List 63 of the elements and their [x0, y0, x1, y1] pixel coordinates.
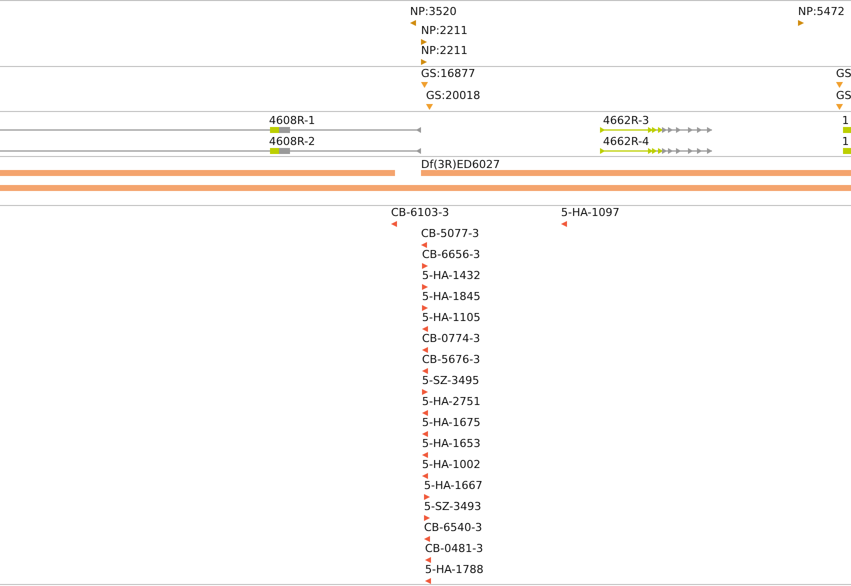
feature-label: NP:2211: [421, 44, 468, 57]
insertion-label: CB-5077-3: [421, 227, 480, 240]
strand-arrow-icon: [836, 82, 843, 88]
strand-arrow-icon: [421, 242, 428, 248]
insertion-label: 5-SZ-3493: [424, 500, 482, 513]
strand-arrow-icon: [422, 347, 429, 353]
strand-arrow-icon: [421, 59, 428, 65]
strand-arrow-icon: [422, 368, 429, 374]
insertion-label: 5-HA-1845: [422, 290, 480, 303]
strand-arrow-icon: [422, 410, 429, 416]
strand-arrow-icon: [424, 494, 431, 500]
strand-arrow-icon: [422, 452, 429, 458]
insertion-label: 5-HA-1675: [422, 416, 480, 429]
strand-arrow-icon: [561, 221, 568, 227]
strand-arrow-icon: [422, 263, 429, 269]
gene-model-drawing: [843, 127, 851, 133]
strand-arrow-icon: [798, 20, 805, 26]
strand-arrow-icon: [836, 104, 843, 110]
strand-arrow-icon: [421, 82, 428, 88]
feature-label: GS: [836, 67, 851, 80]
strand-arrow-icon: [410, 20, 417, 26]
transcript-label: 4662R-4: [603, 135, 650, 148]
strand-arrow-icon: [422, 389, 429, 395]
insertion-label: 5-HA-2751: [422, 395, 480, 408]
insertion-label: 5-SZ-3495: [422, 374, 480, 387]
insertion-label: CB-6540-3: [424, 521, 482, 534]
insertion-label: CB-0774-3: [422, 332, 480, 345]
strand-arrow-icon: [425, 557, 432, 563]
insertion-label: 5-HA-1788: [425, 563, 484, 576]
strand-arrow-icon: [422, 326, 429, 332]
transcript-label: 4608R-1: [269, 114, 316, 127]
insertion-label: 5-HA-1097: [561, 206, 620, 219]
insertion-label: 5-HA-1667: [424, 479, 482, 492]
strand-arrow-icon: [421, 39, 428, 45]
insertion-label: CB-0481-3: [425, 542, 484, 555]
strand-arrow-icon: [424, 536, 431, 542]
feature-label: NP:5472: [798, 5, 845, 18]
insertion-label: 5-HA-1002: [422, 458, 480, 471]
strand-arrow-icon: [424, 515, 431, 521]
transcript-label: 4662R-3: [603, 114, 650, 127]
strand-arrow-icon: [422, 431, 429, 437]
insertion-label: CB-5676-3: [422, 353, 480, 366]
transcript-label: 1: [842, 114, 849, 127]
feature-label: NP:3520: [410, 5, 457, 18]
transcript-label: 1: [842, 135, 849, 148]
strand-arrow-icon: [422, 284, 429, 290]
feature-label: NP:2211: [421, 24, 468, 37]
insertion-label: CB-6656-3: [422, 248, 480, 261]
insertion-label: 5-HA-1653: [422, 437, 480, 450]
strand-arrow-icon: [425, 578, 432, 584]
strand-arrow-icon: [391, 221, 398, 227]
insertion-label: CB-6103-3: [391, 206, 450, 219]
strand-arrow-icon: [422, 473, 429, 479]
strand-arrow-icon: [426, 104, 433, 110]
insertion-label: 5-HA-1105: [422, 311, 480, 324]
gene-model-drawing: [843, 148, 851, 154]
feature-label: GS:16877: [421, 67, 476, 80]
strand-arrow-icon: [422, 305, 429, 311]
insertion-label: 5-HA-1432: [422, 269, 480, 282]
transcript-label: 4608R-2: [269, 135, 316, 148]
feature-label: GS: [836, 89, 851, 102]
feature-label: GS:20018: [426, 89, 480, 102]
deficiency-label: Df(3R)ED6027: [421, 158, 500, 171]
